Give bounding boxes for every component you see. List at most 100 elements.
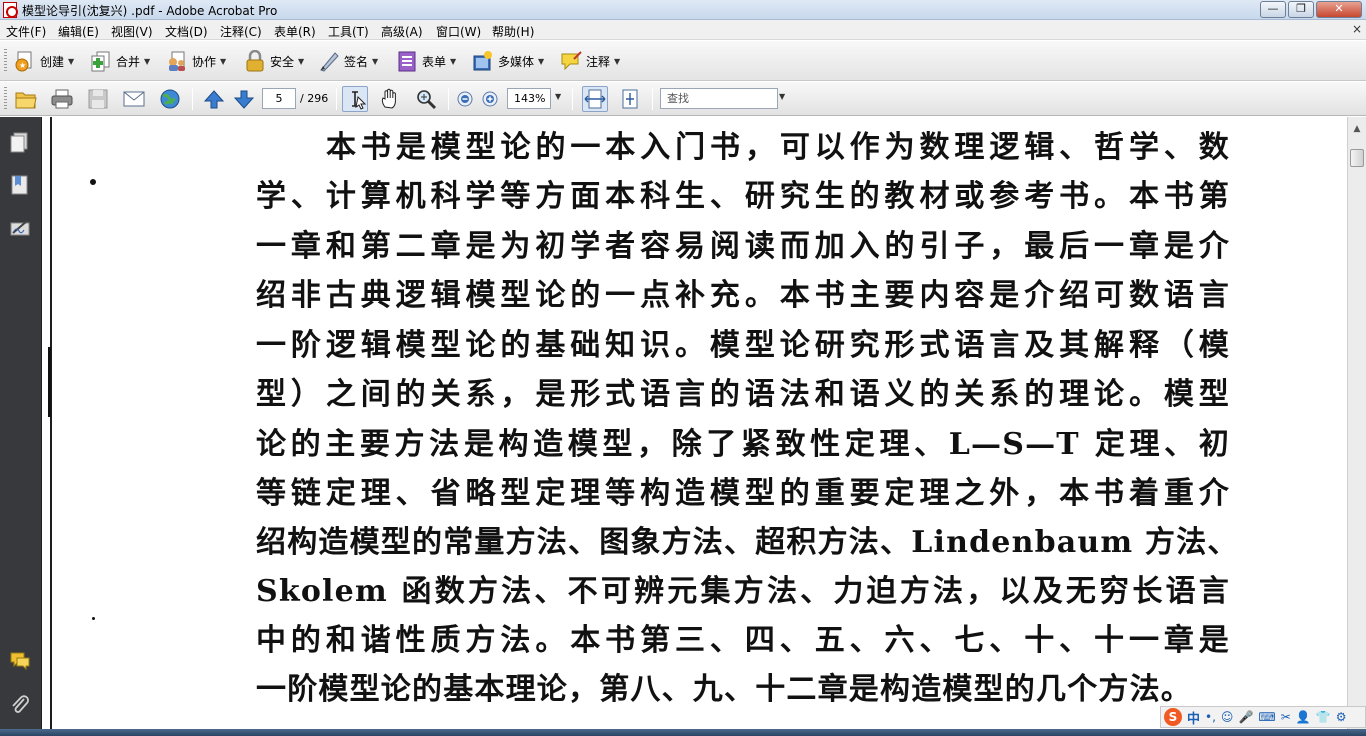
security-label: 安全 [270, 54, 295, 69]
ime-mode-toggle[interactable]: 中 [1187, 708, 1200, 727]
screenshot-icon[interactable]: ✂ [1281, 710, 1291, 724]
open-folder-button[interactable] [14, 87, 38, 111]
menu-advanced[interactable]: 高级(A) [381, 23, 423, 40]
scrollbar-thumb[interactable] [1350, 149, 1364, 167]
menu-help[interactable]: 帮助(H) [492, 23, 534, 40]
zoom-out-button[interactable] [456, 87, 474, 111]
voice-input-icon[interactable]: 🎤 [1238, 710, 1253, 724]
printer-icon [51, 89, 73, 109]
text-line: 绍构造模型的常量方法、图象方法、超积方法、Lindenbaum 方法、 [256, 525, 1239, 560]
toolbar-grip[interactable] [4, 87, 7, 111]
text-line: 中的和谐性质方法。本书第三、四、五、六、七、十、十一章是 [256, 623, 1230, 658]
globe-icon [160, 89, 180, 109]
text-line: 绍非古典逻辑模型论的一点补充。本书主要内容是介绍可数语言 [256, 278, 1230, 313]
scroll-up-icon[interactable]: ▲ [1350, 122, 1364, 136]
multimedia-button[interactable]: 多媒体 ▼ [472, 49, 544, 73]
scan-mark [48, 347, 51, 417]
combine-button[interactable]: 合并 ▼ [90, 49, 150, 73]
close-button[interactable]: ✕ [1316, 1, 1362, 18]
next-page-button[interactable] [232, 87, 256, 111]
comments-panel-icon[interactable] [9, 649, 31, 673]
previous-page-button[interactable] [202, 87, 226, 111]
chevron-down-icon: ▼ [372, 56, 379, 66]
user-icon[interactable]: 👤 [1296, 710, 1311, 724]
signatures-panel-icon[interactable] [9, 217, 31, 241]
svg-text:★: ★ [19, 61, 26, 70]
fit-page-icon [622, 89, 638, 109]
pen-icon [318, 50, 340, 72]
menu-comments[interactable]: 注释(C) [220, 23, 262, 40]
attachments-panel-icon[interactable] [9, 693, 31, 717]
collaborate-label: 协作 [192, 54, 217, 69]
collaborate-button[interactable]: 协作 ▼ [166, 49, 226, 73]
web-button[interactable] [158, 87, 182, 111]
toolbar-separator [336, 88, 337, 110]
fit-page-button[interactable] [618, 87, 642, 111]
menu-view[interactable]: 视图(V) [111, 23, 153, 40]
menu-edit[interactable]: 编辑(E) [58, 23, 99, 40]
search-input[interactable]: 查找 [660, 88, 778, 109]
skin-icon[interactable]: 👕 [1316, 710, 1331, 724]
select-tool-button[interactable] [342, 86, 368, 112]
menu-bar: 文件(F) 编辑(E) 视图(V) 文档(D) 注释(C) 表单(R) 工具(T… [0, 20, 1366, 40]
combine-label: 合并 [116, 54, 141, 69]
punctuation-icon[interactable]: •, [1205, 710, 1216, 724]
toolbar-separator [572, 88, 573, 110]
search-dropdown-icon[interactable]: ▼ [779, 92, 785, 101]
navigation-toolbar: 5 / 296 143% ▼ 查找 ▼ [0, 82, 1366, 116]
page-number-input[interactable]: 5 [262, 88, 296, 109]
create-button[interactable]: ★ 创建 ▼ [14, 49, 74, 73]
multimedia-icon [472, 50, 494, 72]
hand-icon [381, 88, 396, 109]
window-title: 模型论导引(沈复兴) .pdf - Adobe Acrobat Pro [22, 4, 278, 18]
sign-button[interactable]: 签名 ▼ [318, 49, 378, 73]
acrobat-pdf-icon [3, 2, 18, 18]
sogou-logo-icon[interactable]: S [1164, 708, 1182, 726]
settings-icon[interactable]: ⚙ [1336, 710, 1347, 724]
zoom-tool-button[interactable] [414, 87, 438, 111]
menu-forms[interactable]: 表单(R) [274, 23, 316, 40]
toolbar-separator [448, 88, 449, 110]
toolbar-separator [192, 88, 193, 110]
forms-button[interactable]: 表单 ▼ [396, 49, 456, 73]
text-line: 一阶模型论的基本理论，第八、九、十二章是构造模型的几个方法。 [256, 672, 1192, 707]
chevron-down-icon: ▼ [68, 56, 75, 66]
security-button[interactable]: 安全 ▼ [244, 49, 304, 73]
fit-width-button[interactable] [582, 86, 608, 112]
envelope-icon [123, 91, 145, 107]
menu-document[interactable]: 文档(D) [165, 23, 208, 40]
soft-keyboard-icon[interactable]: ⌨ [1258, 710, 1275, 724]
emoji-icon[interactable]: ☺ [1221, 710, 1234, 724]
zoom-in-button[interactable] [481, 87, 499, 111]
bookmarks-panel-icon[interactable] [9, 173, 31, 197]
menu-window[interactable]: 窗口(W) [436, 23, 481, 40]
text-line: Skolem 函数方法、不可辨元集方法、力迫方法，以及无穷长语言 [256, 574, 1230, 609]
zoom-level-input[interactable]: 143% [507, 88, 551, 109]
fit-width-icon [584, 89, 606, 109]
save-button[interactable] [86, 87, 110, 111]
toolbar-grip[interactable] [4, 49, 7, 73]
email-button[interactable] [122, 87, 146, 111]
arrow-down-icon [233, 90, 255, 109]
text-line: 型）之间的关系，是形式语言的语法和语义的关系的理论。模型 [256, 377, 1230, 412]
zoom-dropdown-icon[interactable]: ▼ [555, 92, 561, 101]
chevron-down-icon: ▼ [450, 56, 457, 66]
document-view[interactable]: 本书是模型论的一本入门书，可以作为数理逻辑、哲学、数 学、计算机科学等方面本科生… [42, 117, 1347, 736]
vertical-scrollbar[interactable]: ▲ [1347, 117, 1366, 736]
hand-tool-button[interactable] [378, 87, 402, 111]
chevron-down-icon: ▼ [144, 56, 151, 66]
sign-label: 签名 [344, 54, 369, 69]
menu-tools[interactable]: 工具(T) [328, 23, 369, 40]
text-line: 本书是模型论的一本入门书，可以作为数理逻辑、哲学、数 [326, 130, 1230, 165]
menu-file[interactable]: 文件(F) [6, 23, 46, 40]
print-button[interactable] [50, 87, 74, 111]
comment-button[interactable]: 注释 ▼ [560, 49, 620, 73]
comment-label: 注释 [586, 54, 611, 69]
multimedia-label: 多媒体 [498, 54, 535, 69]
toolbar-separator [652, 88, 653, 110]
minimize-button[interactable]: — [1260, 1, 1286, 18]
close-document-icon[interactable]: × [1352, 22, 1362, 36]
ime-toolbar[interactable]: S 中 •, ☺ 🎤 ⌨ ✂ 👤 👕 ⚙ [1160, 706, 1366, 728]
pages-panel-icon[interactable] [9, 131, 31, 155]
maximize-button[interactable]: ❐ [1288, 1, 1314, 18]
